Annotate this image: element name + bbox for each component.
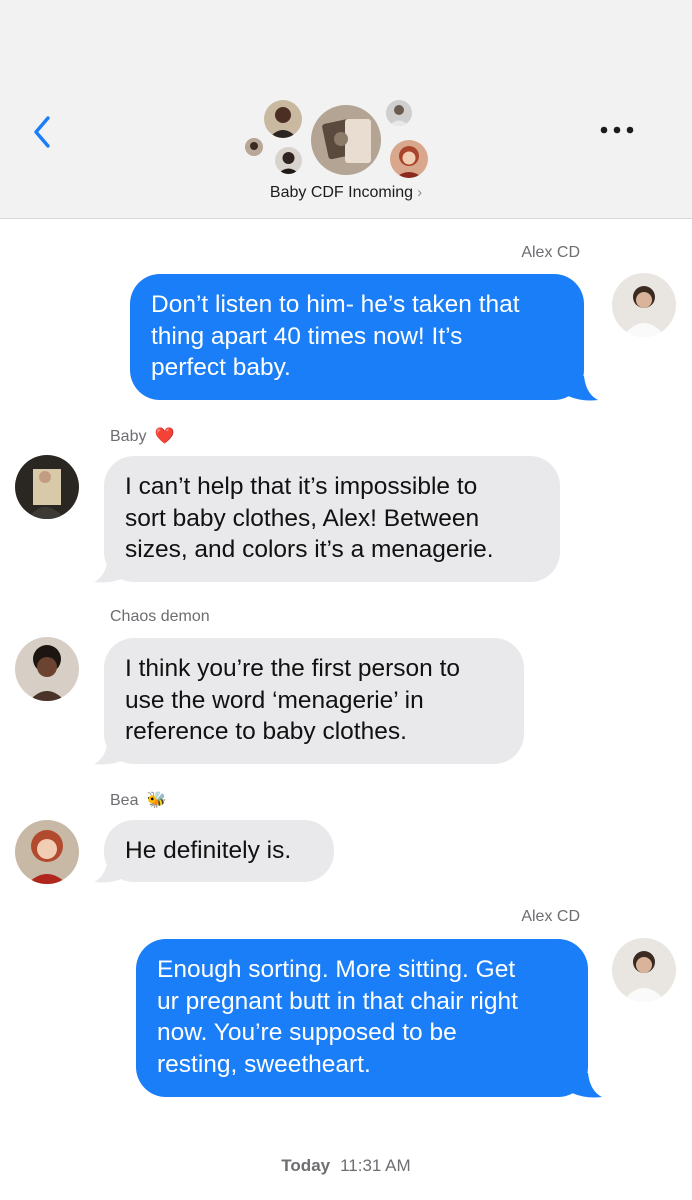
group-member-avatar <box>275 147 302 174</box>
message-text: Enough sorting. More sitting. Get <box>157 956 516 983</box>
sender-name-text: Bea <box>110 792 139 809</box>
message-text: sort baby clothes, Alex! Between <box>125 504 480 532</box>
contact-avatar[interactable] <box>15 455 79 519</box>
incoming-message-bubble[interactable]: He definitely is. <box>104 820 334 882</box>
sender-name: Chaos demon <box>110 608 210 625</box>
message-text: Don’t listen to him- he’s taken that <box>151 291 520 318</box>
conversation-header: Baby CDF Incoming › <box>0 0 692 219</box>
message-text: I can’t help that it’s impossible to <box>125 473 478 500</box>
sender-name: Alex CD <box>521 244 580 261</box>
message-text: use the word ‘menagerie’ in <box>125 686 424 714</box>
contact-avatar[interactable] <box>15 820 79 884</box>
message-text: now. You’re supposed to be <box>157 1019 457 1046</box>
bubble-tail <box>94 740 128 765</box>
group-member-avatar <box>390 140 428 178</box>
sender-name: Bea 🐝 <box>110 790 167 810</box>
bubble-tail <box>564 376 598 401</box>
outgoing-message-bubble[interactable]: Enough sorting. More sitting. Get ur pre… <box>136 939 588 1097</box>
message-text: reference to baby clothes. <box>125 718 407 745</box>
group-name-button[interactable]: Baby CDF Incoming › <box>0 184 692 202</box>
message-text: resting, sweetheart. <box>157 1050 371 1078</box>
heart-emoji: ❤️ <box>154 428 175 445</box>
message-text: I think you’re the first person to <box>125 655 460 682</box>
message-text: thing apart 40 times now! It’s <box>151 322 463 350</box>
incoming-message-bubble[interactable]: I can’t help that it’s impossible to sor… <box>104 456 560 582</box>
sender-name: Alex CD <box>521 908 580 925</box>
group-member-avatar <box>264 100 302 138</box>
bubble-tail <box>94 558 128 583</box>
contact-avatar[interactable] <box>612 273 676 337</box>
bubble-tail <box>568 1073 602 1098</box>
message-text: ur pregnant butt in that chair right <box>157 987 518 1015</box>
group-member-avatar <box>311 105 381 175</box>
timestamp-day: Today <box>281 1156 331 1175</box>
outgoing-message-bubble[interactable]: Don’t listen to him- he’s taken that thi… <box>130 274 584 400</box>
message-timestamp: Today 11:31 AM <box>0 1156 692 1176</box>
bubble-tail <box>94 858 128 883</box>
group-member-avatar <box>386 100 412 126</box>
message-text: perfect baby. <box>151 354 291 381</box>
bee-emoji: 🐝 <box>146 792 167 809</box>
group-member-avatar <box>245 138 263 156</box>
timestamp-time: 11:31 AM <box>340 1156 411 1175</box>
disclosure-chevron-icon: › <box>417 184 423 201</box>
message-text: sizes, and colors it’s a menagerie. <box>125 536 494 563</box>
ellipsis-icon[interactable] <box>594 118 640 142</box>
contact-avatar[interactable] <box>612 938 676 1002</box>
message-text: He definitely is. <box>125 837 292 864</box>
contact-avatar[interactable] <box>15 637 79 701</box>
incoming-message-bubble[interactable]: I think you’re the first person to use t… <box>104 638 524 764</box>
sender-name-text: Baby <box>110 428 147 445</box>
group-name: Baby CDF Incoming <box>269 184 414 201</box>
back-chevron-icon[interactable] <box>28 112 58 152</box>
sender-name: Baby ❤️ <box>110 426 175 446</box>
